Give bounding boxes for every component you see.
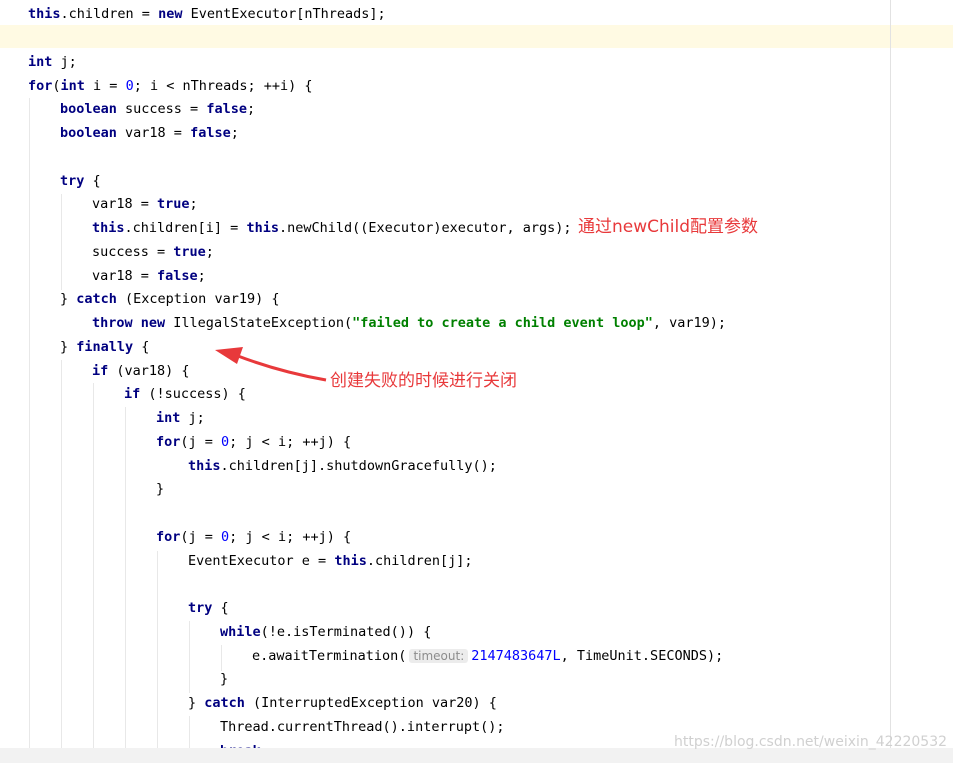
annotation-arrow-icon: [215, 347, 327, 382]
horizontal-scrollbar[interactable]: [0, 748, 953, 763]
code-editor[interactable]: this.children = new EventExecutor[nThrea…: [0, 0, 953, 763]
watermark: https://blog.csdn.net/weixin_42220532: [674, 734, 948, 750]
